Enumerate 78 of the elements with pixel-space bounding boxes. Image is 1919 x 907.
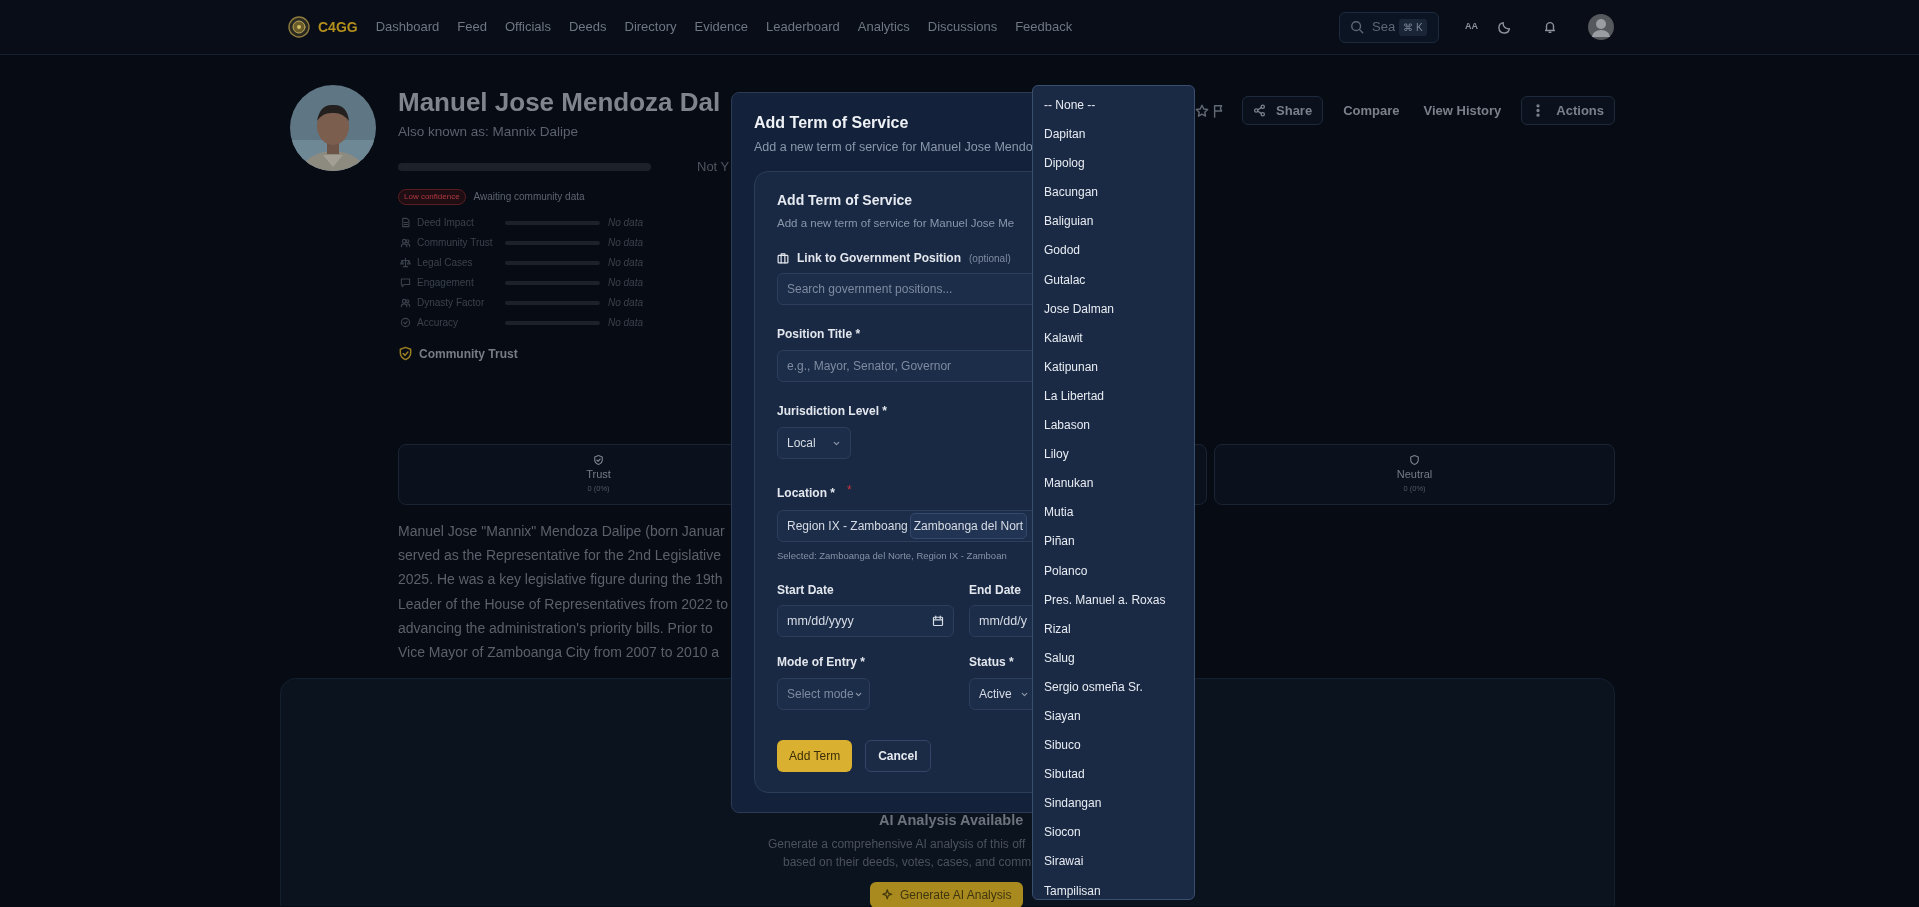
- dropdown-option[interactable]: Sibuco: [1033, 731, 1194, 761]
- dropdown-option[interactable]: Baliguian: [1033, 207, 1194, 237]
- bio-text: Vice Mayor of Zamboanga City from 2007 to 2010 a: [398, 643, 720, 663]
- dropdown-option[interactable]: Godod: [1033, 236, 1194, 266]
- nav-link[interactable]: Analytics: [857, 17, 910, 37]
- stat-label: Neutral: [1396, 467, 1433, 483]
- generate-ai-button[interactable]: Generate AI Analysis: [870, 882, 1024, 907]
- brand-name[interactable]: C4GG: [318, 16, 358, 38]
- bio-text: Leader of the House of Representatives from 2022 to: [398, 594, 728, 614]
- dropdown-option[interactable]: Manukan: [1033, 469, 1194, 499]
- dropdown-option[interactable]: Kalawit: [1033, 323, 1194, 353]
- field-label: Link to Government Position: [797, 250, 961, 267]
- nav-link[interactable]: Feedback: [1015, 17, 1073, 37]
- nav-link[interactable]: Leaderboard: [766, 17, 840, 37]
- ai-title: AI Analysis Available: [879, 810, 1024, 830]
- person-name: Manuel Jose Mendoza Dal: [398, 86, 722, 119]
- trust-heading: Community Trust: [419, 345, 518, 363]
- nav-link[interactable]: Discussions: [927, 17, 998, 37]
- dropdown-option[interactable]: Bacungan: [1033, 178, 1194, 208]
- cancel-button[interactable]: Cancel: [865, 740, 931, 773]
- confidence-badge: Low confidence: [398, 188, 466, 205]
- dropdown-option[interactable]: Siocon: [1033, 818, 1194, 848]
- dropdown-option[interactable]: Polanco: [1033, 556, 1194, 586]
- selection-note: Selected: Zamboanga del Norte, Region IX - Zamboan: [777, 549, 1007, 563]
- modal-subtitle: Add a new term of service for Manuel Jose Mendo: [754, 139, 1033, 156]
- modal-title: Add Term of Service: [754, 113, 909, 133]
- location-chip[interactable]: Zamboanga del Nort: [909, 513, 1028, 539]
- compare-link[interactable]: Compare: [1343, 100, 1400, 121]
- required-mark: *: [847, 482, 852, 499]
- text-size-button[interactable]: AA: [1465, 20, 1478, 34]
- dropdown-option[interactable]: Dapitan: [1033, 120, 1194, 150]
- field-label: Status *: [969, 654, 1014, 672]
- nav-link[interactable]: Evidence: [694, 17, 748, 37]
- dropdown-option[interactable]: Tampilisan: [1033, 876, 1194, 906]
- stat-label: Trust: [586, 467, 611, 483]
- bio-text: served as the Representative for the 2nd Legislative: [398, 546, 721, 566]
- add-term-button[interactable]: Add Term: [777, 740, 853, 773]
- ai-description: based on their deeds, votes, cases, and comm: [783, 854, 1032, 872]
- confidence-note: Awaiting community data: [473, 190, 585, 205]
- field-label: Jurisdiction Level *: [777, 403, 888, 420]
- field-label: Position Title *: [777, 326, 861, 343]
- metric-label: Engagement: [417, 276, 475, 291]
- nav-link[interactable]: Officials: [504, 17, 551, 37]
- nav-link[interactable]: Directory: [624, 17, 677, 37]
- dropdown-option[interactable]: Sindangan: [1033, 789, 1194, 819]
- dropdown-option[interactable]: Labason: [1033, 411, 1194, 441]
- dropdown-option[interactable]: Salug: [1033, 643, 1194, 673]
- form-subtitle: Add a new term of service for Manuel Jose Me: [777, 215, 1015, 231]
- field-label: Location *: [777, 485, 835, 502]
- dropdown-option[interactable]: -- None --: [1033, 91, 1194, 121]
- ai-description: Generate a comprehensive AI analysis of this off: [768, 836, 1026, 854]
- dropdown-option[interactable]: Sibutad: [1033, 760, 1194, 790]
- dropdown-option[interactable]: Liloy: [1033, 440, 1194, 470]
- nav-link[interactable]: Deeds: [568, 17, 607, 37]
- dropdown-option[interactable]: La Libertad: [1033, 381, 1194, 412]
- field-label: Mode of Entry *: [777, 654, 865, 672]
- nav-link[interactable]: Dashboard: [375, 17, 440, 37]
- metric-label: Accuracy: [417, 316, 460, 331]
- form-title: Add Term of Service: [777, 190, 913, 210]
- score-label: Not Y: [697, 158, 730, 177]
- history-link[interactable]: View History: [1423, 100, 1502, 121]
- alias-text: Also known as: Mannix Dalipe: [398, 123, 580, 141]
- nav-link[interactable]: Feed: [457, 17, 487, 37]
- field-label: End Date: [969, 582, 1021, 600]
- share-button[interactable]: Share: [1242, 96, 1324, 125]
- bio-text: Manuel Jose "Mannix" Mendoza Dalipe (born Januar: [398, 521, 725, 541]
- actions-button[interactable]: Actions: [1521, 96, 1615, 125]
- dropdown-option[interactable]: Dipolog: [1033, 149, 1194, 179]
- shortcut-hint: ⌘ K: [1399, 18, 1427, 36]
- search-field[interactable]: Sea ⌘ K: [1339, 11, 1439, 43]
- field-label: Start Date: [777, 582, 834, 600]
- bio-text: 2025. He was a key legislative figure during the 19th: [398, 570, 723, 590]
- date-field[interactable]: mm/dd/yyyy: [777, 605, 954, 638]
- optional-note: (optional): [969, 251, 1011, 266]
- dropdown-option[interactable]: Sirawai: [1033, 847, 1194, 877]
- bio-text: advancing the administration's priority bills. Prior to: [398, 618, 713, 638]
- select-field[interactable]: Local: [777, 427, 851, 459]
- select-field[interactable]: Select mode: [777, 678, 870, 711]
